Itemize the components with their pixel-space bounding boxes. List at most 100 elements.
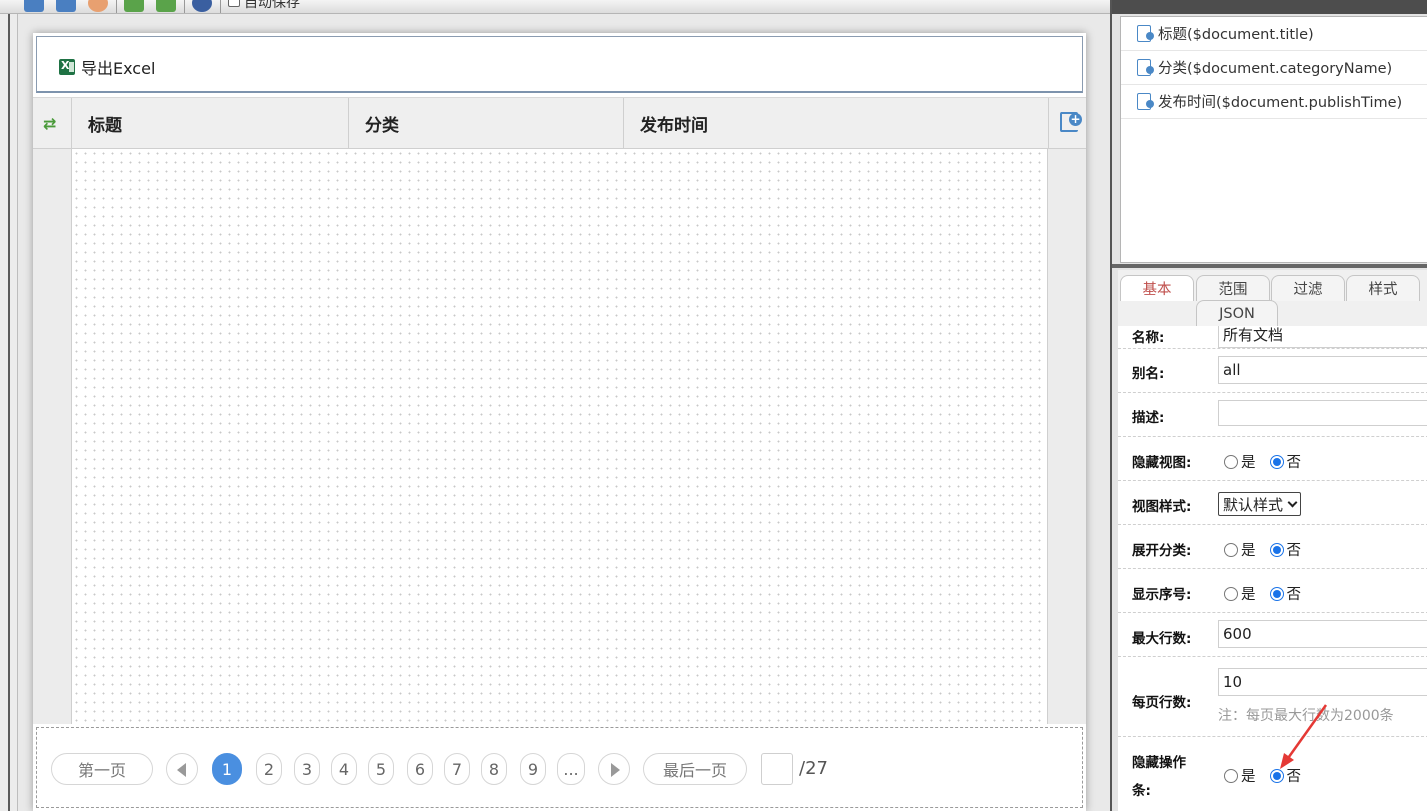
alias-input[interactable]: all bbox=[1218, 356, 1427, 384]
page-number[interactable]: 7 bbox=[444, 753, 470, 785]
prop-label: 描述: bbox=[1132, 410, 1165, 426]
page-ellipsis[interactable]: ... bbox=[557, 753, 585, 785]
tab-json[interactable]: JSON bbox=[1196, 300, 1278, 326]
toolbar: 自动保存 bbox=[0, 0, 1110, 14]
tab-basic[interactable]: 基本 bbox=[1120, 275, 1194, 301]
prev-page-button[interactable] bbox=[166, 753, 198, 785]
column-header-publish-time[interactable]: 发布时间 bbox=[623, 98, 1048, 149]
toolbar-separator bbox=[184, 0, 185, 13]
prop-label: 条: bbox=[1132, 783, 1151, 799]
pagination-bar: 第一页 1 2 3 4 5 6 7 8 9 ... 最后一页 /27 bbox=[36, 727, 1083, 808]
radio-label: 否 bbox=[1286, 543, 1302, 559]
show-seq-yes-radio[interactable] bbox=[1224, 586, 1238, 601]
expand-yes-radio[interactable] bbox=[1224, 542, 1238, 557]
prop-label: 每页行数: bbox=[1132, 695, 1192, 711]
page-number[interactable]: 6 bbox=[407, 753, 433, 785]
expand-no-radio[interactable] bbox=[1269, 542, 1284, 557]
prop-label: 展开分类: bbox=[1132, 543, 1192, 559]
export-excel-label: 导出Excel bbox=[81, 59, 156, 78]
properties-panel: 标题($document.title) 分类($document.categor… bbox=[1110, 0, 1427, 811]
save-as-icon[interactable] bbox=[56, 0, 76, 12]
prop-label: 隐藏视图: bbox=[1132, 455, 1192, 471]
show-seq-no-radio[interactable] bbox=[1269, 586, 1284, 601]
column-header-title[interactable]: 标题 bbox=[71, 98, 348, 149]
prop-row-show-sequence: 显示序号: 是 否 bbox=[1118, 569, 1427, 613]
page-total: /27 bbox=[799, 758, 828, 779]
first-page-button[interactable]: 第一页 bbox=[51, 753, 153, 785]
property-tabs: 基本 范围 过滤 样式 JSON bbox=[1118, 270, 1427, 326]
field-list: 标题($document.title) 分类($document.categor… bbox=[1120, 16, 1427, 263]
last-page-button[interactable]: 最后一页 bbox=[643, 753, 747, 785]
hide-view-no-radio[interactable] bbox=[1269, 454, 1284, 469]
page-number[interactable]: 8 bbox=[481, 753, 507, 785]
page-rows-input[interactable]: 10 bbox=[1218, 668, 1427, 696]
left-splitter[interactable] bbox=[0, 14, 18, 811]
radio-label: 否 bbox=[1286, 455, 1302, 471]
panel-splitter[interactable] bbox=[1112, 264, 1427, 268]
export-icon[interactable] bbox=[156, 0, 176, 12]
prop-row-max-rows: 最大行数: 600 bbox=[1118, 613, 1427, 657]
column-header-label: 分类 bbox=[365, 116, 399, 136]
page-number[interactable]: 5 bbox=[368, 753, 394, 785]
page-number[interactable]: 1 bbox=[212, 753, 242, 785]
prop-row-alias: 别名: all bbox=[1118, 349, 1427, 393]
name-input[interactable]: 所有文档 bbox=[1218, 326, 1427, 348]
tab-style[interactable]: 样式 bbox=[1346, 275, 1420, 301]
prop-row-expand-category: 展开分类: 是 否 bbox=[1118, 525, 1427, 569]
chevron-down-icon bbox=[1287, 497, 1298, 507]
show-seq-radio-group: 是 否 bbox=[1224, 583, 1315, 604]
refresh-icon[interactable]: ⇄ bbox=[43, 114, 56, 133]
add-column-icon[interactable] bbox=[1060, 112, 1082, 132]
grid-left-gutter bbox=[33, 149, 71, 724]
radio-label: 是 bbox=[1241, 769, 1256, 785]
hide-view-radio-group: 是 否 bbox=[1224, 451, 1315, 472]
prop-label: 显示序号: bbox=[1132, 587, 1192, 603]
hide-view-yes-radio[interactable] bbox=[1224, 454, 1238, 469]
tab-scope[interactable]: 范围 bbox=[1196, 275, 1270, 301]
page-jump-input[interactable] bbox=[761, 753, 793, 785]
page-number[interactable]: 9 bbox=[520, 753, 546, 785]
tab-filter[interactable]: 过滤 bbox=[1271, 275, 1345, 301]
radio-label: 是 bbox=[1241, 455, 1256, 471]
info-icon[interactable] bbox=[192, 0, 212, 12]
page-rows-note: 注：每页最大行数为2000条 bbox=[1218, 708, 1394, 724]
save-icon[interactable] bbox=[24, 0, 44, 12]
view-style-select[interactable]: 默认样式 bbox=[1218, 492, 1302, 516]
preview-icon[interactable] bbox=[88, 0, 108, 12]
field-item-label: 发布时间($document.publishTime) bbox=[1158, 95, 1403, 111]
prop-label: 别名: bbox=[1132, 366, 1165, 382]
column-header-label: 标题 bbox=[88, 116, 122, 136]
field-item-label: 分类($document.categoryName) bbox=[1158, 61, 1393, 77]
action-bar[interactable]: 导出Excel bbox=[36, 36, 1083, 93]
panel-title-bar bbox=[1112, 0, 1427, 14]
field-item-publish-time[interactable]: 发布时间($document.publishTime) bbox=[1121, 85, 1427, 119]
prop-row-view-style: 视图样式: 默认样式 bbox=[1118, 481, 1427, 525]
prop-row-hide-action-bar: 隐藏操作 条: 是 否 bbox=[1118, 737, 1427, 811]
column-header-label: 发布时间 bbox=[640, 116, 708, 136]
autosave-checkbox[interactable] bbox=[228, 0, 240, 7]
page-number[interactable]: 2 bbox=[256, 753, 282, 785]
column-header-category[interactable]: 分类 bbox=[348, 98, 623, 149]
splitter-line bbox=[8, 14, 10, 811]
export-excel-button[interactable]: 导出Excel bbox=[59, 55, 155, 79]
hide-action-bar-yes-radio[interactable] bbox=[1224, 768, 1238, 783]
chevron-right-icon bbox=[611, 763, 620, 777]
import-icon[interactable] bbox=[124, 0, 144, 12]
hide-action-bar-no-radio[interactable] bbox=[1269, 768, 1284, 783]
grid-header: ⇄ 标题 分类 发布时间 bbox=[33, 97, 1086, 149]
page-number[interactable]: 3 bbox=[294, 753, 320, 785]
radio-label: 否 bbox=[1286, 587, 1302, 603]
select-value: 默认样式 bbox=[1223, 495, 1284, 514]
field-icon bbox=[1137, 59, 1154, 76]
field-item-title[interactable]: 标题($document.title) bbox=[1121, 17, 1427, 51]
prop-row-description: 描述: bbox=[1118, 393, 1427, 437]
page-number[interactable]: 4 bbox=[331, 753, 357, 785]
chevron-left-icon bbox=[177, 763, 186, 777]
field-item-category[interactable]: 分类($document.categoryName) bbox=[1121, 51, 1427, 85]
max-rows-input[interactable]: 600 bbox=[1218, 620, 1427, 648]
description-input[interactable] bbox=[1218, 400, 1427, 426]
field-icon bbox=[1137, 93, 1154, 110]
prop-label: 隐藏操作 bbox=[1132, 755, 1186, 771]
next-page-button[interactable] bbox=[598, 753, 630, 785]
excel-icon bbox=[59, 59, 75, 75]
